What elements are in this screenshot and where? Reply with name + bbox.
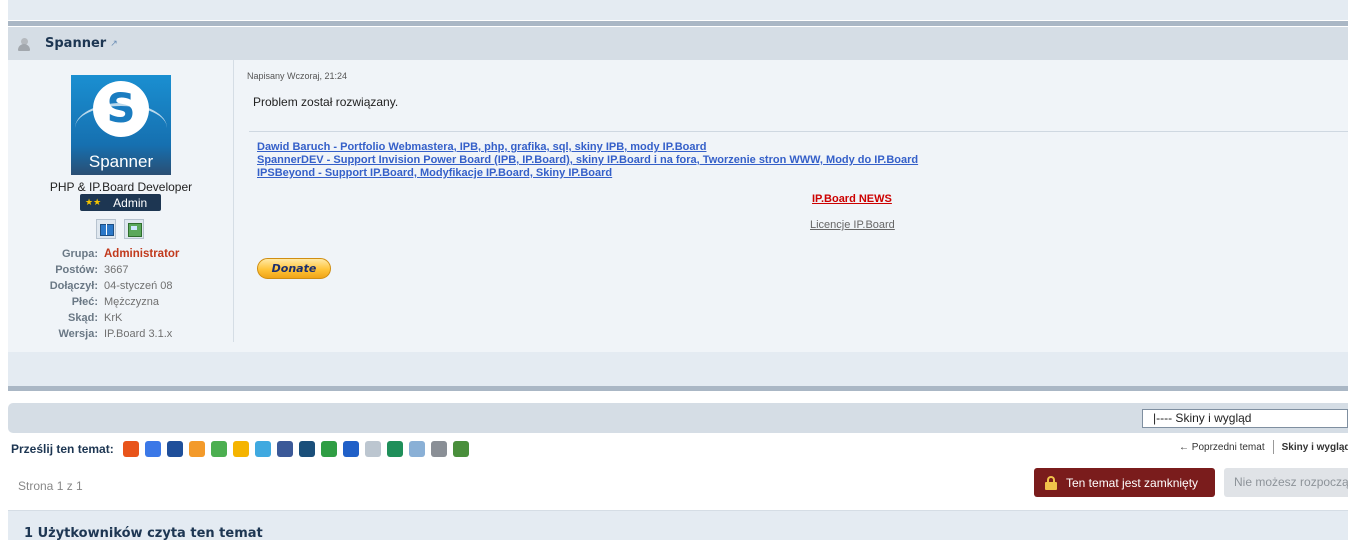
digg-icon[interactable]	[298, 441, 315, 457]
rank-badge: ★★ Admin	[80, 194, 161, 211]
blip-icon[interactable]	[122, 441, 139, 457]
post-footer-band	[8, 352, 1348, 386]
external-link-icon[interactable]: ↗	[110, 39, 118, 49]
author-info: S Spanner PHP & IP.Board Developer ★★ Ad…	[8, 60, 234, 342]
post-content: Napisany Wczoraj, 21:24 Problem został r…	[247, 60, 1348, 352]
previous-topic-link[interactable]: ← Poprzedni temat	[1179, 442, 1265, 453]
post-date: Napisany Wczoraj, 21:24	[247, 71, 348, 81]
top-band	[8, 0, 1348, 20]
book-icon[interactable]	[96, 219, 116, 239]
print-icon[interactable]	[430, 441, 447, 457]
reddit-icon[interactable]	[364, 441, 381, 457]
news-link[interactable]: IP.Board NEWS	[812, 193, 892, 205]
pagination-label: Strona 1 z 1	[18, 479, 83, 493]
share-label: Prześlij ten temat:	[11, 442, 114, 456]
stat-key: Płeć:	[71, 296, 98, 308]
member-title: PHP & IP.Board Developer	[49, 180, 193, 194]
google-icon[interactable]	[144, 441, 161, 457]
gallery-icon[interactable]	[124, 219, 144, 239]
signature-link-ipsbeyond[interactable]: IPSBeyond - Support IP.Board, Modyfikacj…	[257, 167, 612, 179]
donate-button[interactable]: Donate	[257, 258, 331, 279]
signature-divider	[249, 131, 1348, 132]
signature-link-portfolio[interactable]: Dawid Baruch - Portfolio Webmastera, IPB…	[257, 141, 706, 153]
licence-link[interactable]: Licencje IP.Board	[810, 219, 895, 231]
stat-key: Skąd:	[68, 312, 98, 324]
post-author-link[interactable]: Spanner	[45, 36, 106, 51]
separator-bar	[8, 21, 1348, 26]
stat-value: Mężczyzna	[104, 296, 160, 308]
stat-group-value: Administrator	[104, 248, 180, 260]
stat-key: Postów:	[55, 264, 98, 276]
stat-key: Wersja:	[58, 328, 98, 340]
separator-bar	[8, 386, 1348, 391]
myspace-icon[interactable]	[166, 441, 183, 457]
stat-value: 04-styczeń 08	[104, 280, 173, 292]
share-row: Prześlij ten temat:	[11, 441, 469, 457]
avatar[interactable]: S Spanner	[71, 75, 171, 175]
stat-key: Grupa:	[61, 248, 98, 260]
topic-locked-button[interactable]: Ten temat jest zamknięty	[1034, 468, 1215, 497]
stat-value: KrK	[104, 312, 123, 324]
globe-icon[interactable]	[320, 441, 337, 457]
cannot-start-topic-button[interactable]: Nie możesz rozpocząć	[1224, 468, 1348, 497]
rank-label: Admin	[113, 195, 148, 210]
stumbleupon-icon[interactable]	[386, 441, 403, 457]
facebook-icon[interactable]	[276, 441, 293, 457]
author-stats: Grupa: Administrator Postów: 3667 Dołączył…	[8, 246, 234, 342]
post-body: S Spanner PHP & IP.Board Developer ★★ Ad…	[8, 60, 1348, 352]
post-header: Spanner ↗	[8, 27, 1348, 60]
rank-stars-icon: ★★	[85, 197, 102, 207]
wykop-icon[interactable]	[188, 441, 205, 457]
stat-value: IP.Board 3.1.x	[104, 328, 173, 340]
post-text: Problem został rozwiązany.	[253, 95, 399, 109]
lock-icon	[1044, 475, 1058, 490]
avatar-name: Spanner	[88, 152, 154, 171]
forum-jump-select[interactable]: |---- Skiny i wygląd	[1142, 409, 1348, 428]
user-icon	[17, 37, 31, 51]
twitter-icon[interactable]	[254, 441, 271, 457]
digg-down-icon[interactable]	[232, 441, 249, 457]
download-icon[interactable]	[452, 441, 469, 457]
windows-live-icon[interactable]	[210, 441, 227, 457]
stat-value: 3667	[104, 264, 129, 276]
signature-link-spannerdev[interactable]: SpannerDEV - Support Invision Power Boar…	[257, 154, 918, 166]
stat-key: Dołączył:	[49, 280, 98, 292]
topic-locked-label: Ten temat jest zamknięty	[1066, 475, 1199, 490]
email-icon[interactable]	[408, 441, 425, 457]
readers-title: 1 Użytkowników czyta ten temat	[24, 526, 263, 540]
delicious-icon[interactable]	[342, 441, 359, 457]
parent-forum-link[interactable]: Skiny i wygląd	[1282, 442, 1348, 453]
topic-nav: ← Poprzedni temat Skiny i wygląd	[1179, 440, 1348, 454]
